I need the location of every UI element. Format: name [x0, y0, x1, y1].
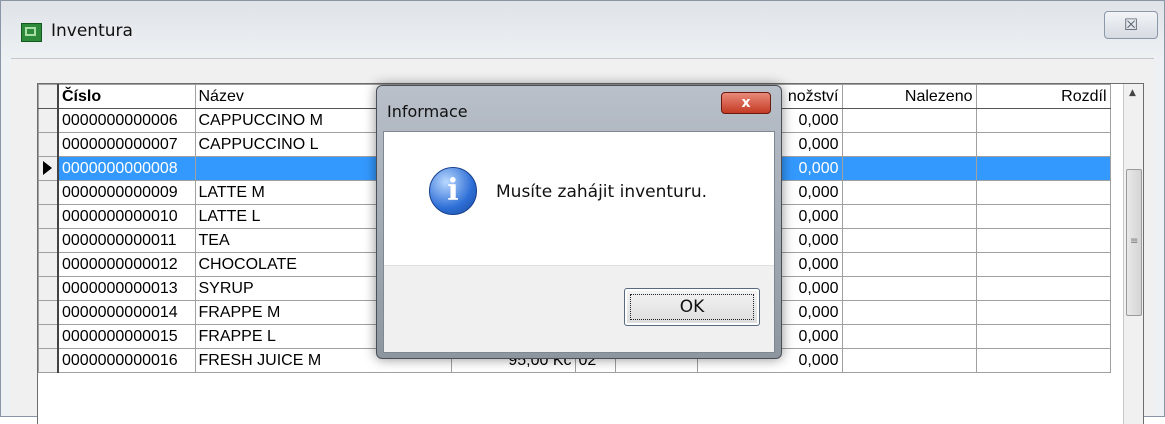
- scroll-up-icon[interactable]: ▲: [1129, 88, 1136, 98]
- column-header-cislo[interactable]: Číslo: [57, 84, 196, 109]
- cell-rozdil[interactable]: [975, 204, 1111, 229]
- cell-cislo[interactable]: 0000000000014: [57, 300, 196, 325]
- row-indicator[interactable]: [38, 204, 59, 229]
- cell-rozdil[interactable]: [975, 276, 1111, 301]
- row-indicator[interactable]: [38, 324, 59, 349]
- vertical-scrollbar[interactable]: ▲ ≡: [1123, 84, 1143, 424]
- column-header-nalezeno[interactable]: Nalezeno: [841, 84, 977, 109]
- scroll-grip-icon: ≡: [1130, 236, 1139, 247]
- cell-nalezeno[interactable]: [841, 132, 977, 157]
- dialog-footer: OK: [384, 265, 774, 352]
- cell-rozdil[interactable]: [975, 132, 1111, 157]
- cell-nalezeno[interactable]: [841, 252, 977, 277]
- cell-nalezeno[interactable]: [841, 228, 977, 253]
- cell-cislo[interactable]: 0000000000013: [57, 276, 196, 301]
- cell-cislo[interactable]: 0000000000016: [57, 348, 196, 373]
- information-dialog: Informace x i Musíte zahájit inventuru. …: [376, 85, 782, 359]
- cell-rozdil[interactable]: [975, 108, 1111, 133]
- cell-cislo[interactable]: 0000000000011: [57, 228, 196, 253]
- cell-nalezeno[interactable]: [841, 108, 977, 133]
- cell-nalezeno[interactable]: [841, 324, 977, 349]
- cell-rozdil[interactable]: [975, 348, 1111, 373]
- cell-nalezeno[interactable]: [841, 156, 977, 181]
- close-window-button[interactable]: ☒: [1104, 11, 1158, 39]
- row-indicator[interactable]: [38, 300, 59, 325]
- ok-button[interactable]: OK: [624, 288, 760, 326]
- window-title: Inventura: [51, 21, 133, 41]
- cell-rozdil[interactable]: [975, 300, 1111, 325]
- row-indicator[interactable]: [38, 156, 59, 181]
- cell-nalezeno[interactable]: [841, 204, 977, 229]
- cell-nalezeno[interactable]: [841, 276, 977, 301]
- dialog-title: Informace: [387, 102, 468, 121]
- app-icon: [21, 23, 42, 42]
- cell-rozdil[interactable]: [975, 156, 1111, 181]
- cell-cislo[interactable]: 0000000000012: [57, 252, 196, 277]
- inventura-window: Inventura ☒ Číslo Název nožství Nalezeno…: [0, 0, 1165, 424]
- info-icon: i: [429, 167, 477, 215]
- row-indicator[interactable]: [38, 276, 59, 301]
- row-indicator[interactable]: [38, 348, 59, 373]
- dialog-body: i Musíte zahájit inventuru. OK: [383, 131, 775, 353]
- cell-cislo[interactable]: 0000000000008: [57, 156, 196, 181]
- row-indicator[interactable]: [38, 180, 59, 205]
- cell-cislo[interactable]: 0000000000006: [57, 108, 196, 133]
- row-indicator[interactable]: [38, 108, 59, 133]
- focus-rectangle: [630, 294, 754, 320]
- cell-rozdil[interactable]: [975, 324, 1111, 349]
- scrollbar-thumb[interactable]: ≡: [1126, 169, 1142, 316]
- dialog-message: Musíte zahájit inventuru.: [496, 182, 707, 202]
- cell-nalezeno[interactable]: [841, 180, 977, 205]
- cell-cislo[interactable]: 0000000000010: [57, 204, 196, 229]
- cell-nalezeno[interactable]: [841, 348, 977, 373]
- cell-rozdil[interactable]: [975, 180, 1111, 205]
- row-indicator[interactable]: [38, 228, 59, 253]
- cell-rozdil[interactable]: [975, 228, 1111, 253]
- row-indicator[interactable]: [38, 252, 59, 277]
- dialog-close-button[interactable]: x: [721, 92, 771, 114]
- column-header-rozdil[interactable]: Rozdíl: [975, 84, 1111, 109]
- cell-cislo[interactable]: 0000000000009: [57, 180, 196, 205]
- row-indicator[interactable]: [38, 132, 59, 157]
- cell-nalezeno[interactable]: [841, 300, 977, 325]
- current-row-arrow-icon: [43, 161, 52, 176]
- cell-cislo[interactable]: 0000000000007: [57, 132, 196, 157]
- cell-rozdil[interactable]: [975, 252, 1111, 277]
- row-indicator-header: [38, 84, 59, 109]
- cell-cislo[interactable]: 0000000000015: [57, 324, 196, 349]
